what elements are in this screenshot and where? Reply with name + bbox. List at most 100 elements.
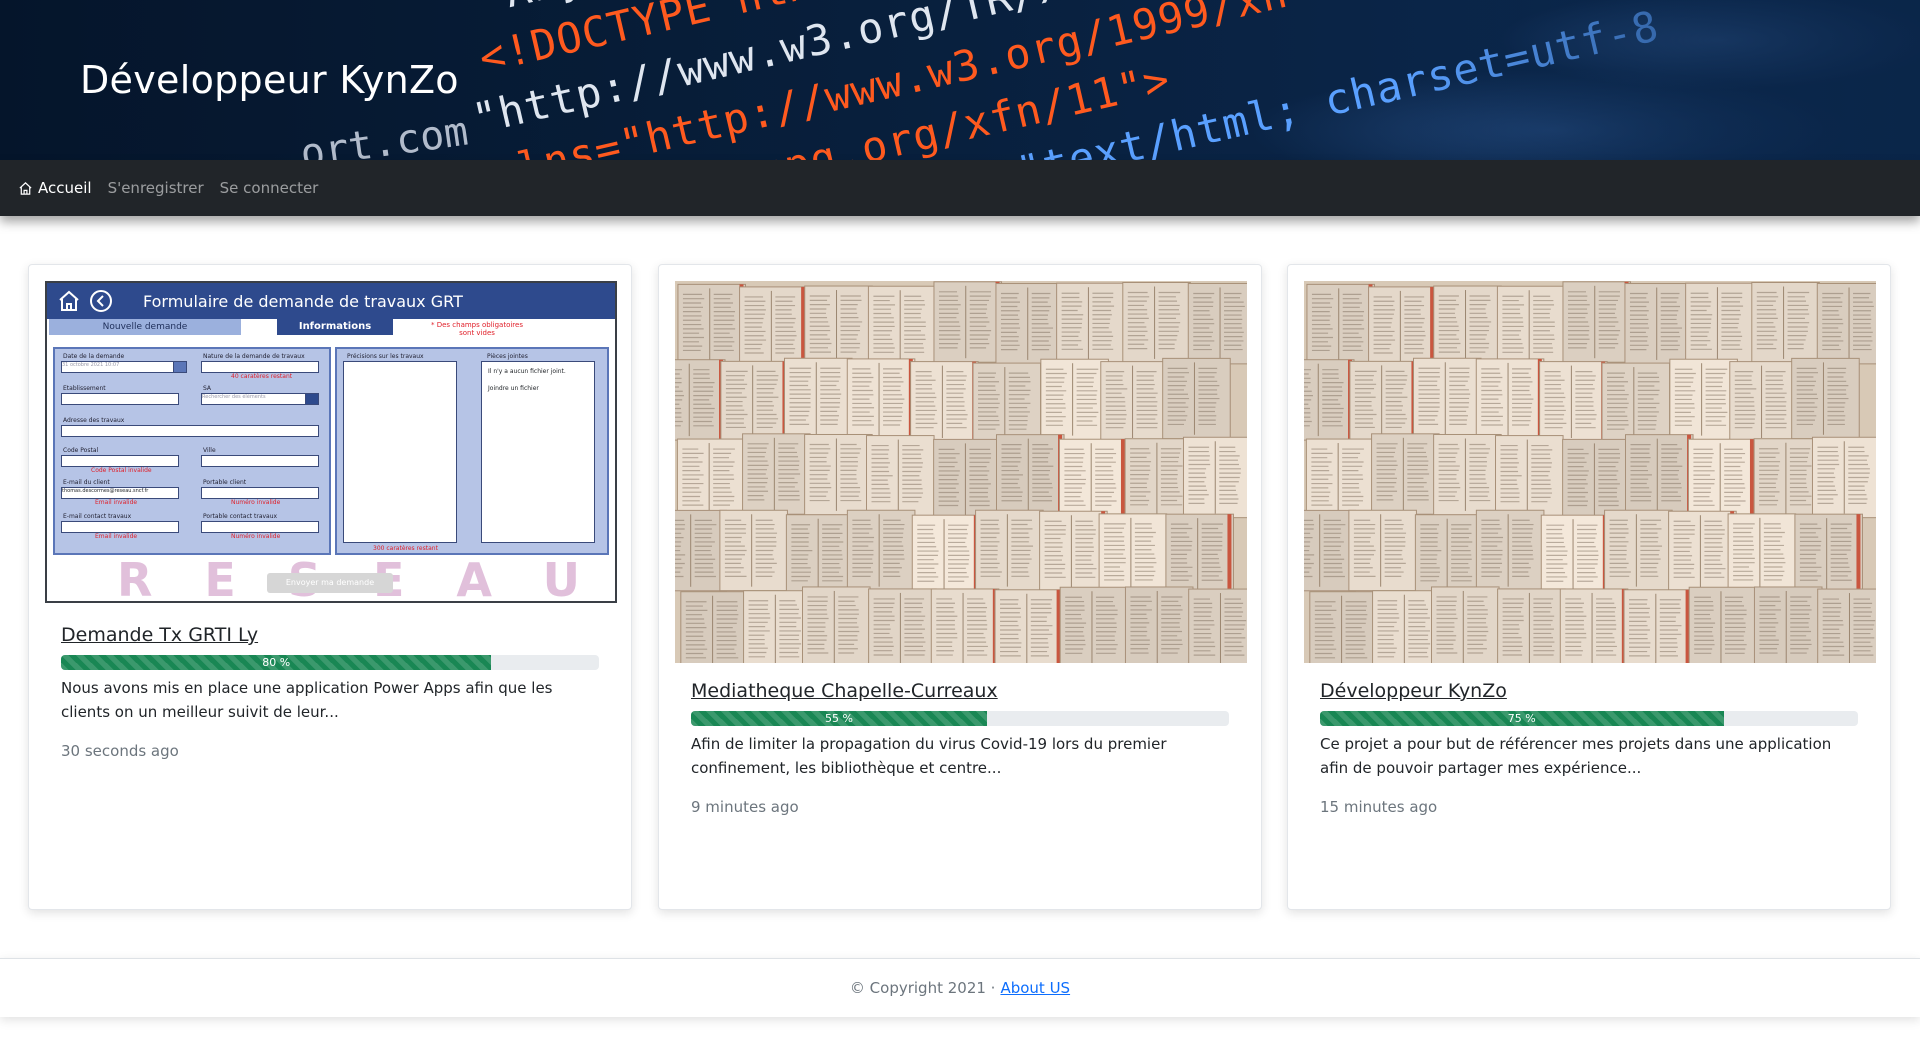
book-page — [972, 362, 1042, 444]
field-error: Numéro invalide — [231, 533, 281, 540]
book-page — [1623, 589, 1693, 663]
book-page — [1056, 282, 1125, 365]
card-title-link[interactable]: Mediatheque Chapelle-Curreaux — [691, 679, 1229, 703]
progress-bar: 80 % — [61, 655, 492, 670]
field-error: Email invalide — [95, 533, 138, 540]
field-label: Pièces jointes — [487, 353, 528, 360]
book-page — [1624, 434, 1694, 516]
book-page — [846, 358, 916, 440]
field-error: Code Postal invalide — [91, 467, 152, 474]
nav-home-label: Accueil — [38, 179, 92, 197]
book-page — [719, 509, 788, 592]
project-card: Mediatheque Chapelle-Curreaux 55 % Afin … — [658, 264, 1262, 910]
home-icon — [59, 290, 79, 311]
book-page — [1562, 438, 1631, 521]
book-page — [1687, 438, 1757, 521]
house-icon — [19, 181, 32, 195]
field-label: E-mail du client — [63, 479, 110, 486]
book-page — [846, 509, 916, 592]
book-page — [1751, 282, 1820, 364]
book-page — [1669, 358, 1738, 441]
book-page — [1624, 283, 1694, 365]
field-error: Email invalide — [95, 499, 138, 506]
book-page — [1349, 360, 1418, 443]
submit-request-button: Envoyer ma demande — [267, 573, 393, 593]
dropdown-icon — [305, 393, 319, 405]
field-error: 40 caratères restant — [231, 373, 293, 380]
form-tabs: Nouvelle demande Informations travaux * … — [47, 319, 615, 348]
book-page — [1188, 588, 1247, 663]
card-image: Formulaire de demande de travaux GRT Nou… — [45, 281, 617, 603]
email-contact-field — [61, 521, 179, 533]
book-page — [1727, 513, 1797, 595]
code-fragment: ort.com — [297, 108, 471, 160]
nav-home[interactable]: Accueil — [18, 179, 92, 197]
book-page — [1305, 438, 1375, 520]
book-page — [1040, 358, 1109, 441]
card-title-link[interactable]: Développeur KynZo — [1320, 679, 1858, 703]
book-page — [677, 283, 746, 366]
book-page — [1059, 586, 1129, 663]
book-page — [1791, 357, 1860, 440]
book-page — [1122, 282, 1191, 364]
progress-track: 75 % — [1320, 711, 1858, 726]
progress-bar: 75 % — [1320, 711, 1724, 726]
book-page — [1182, 436, 1247, 519]
card-image — [1304, 281, 1876, 663]
book-page — [1309, 591, 1378, 663]
book-page — [783, 357, 853, 440]
project-card: Développeur KynZo 75 % Ce projet a pour … — [1287, 264, 1891, 910]
book-page — [680, 591, 749, 663]
book-page — [1304, 359, 1355, 441]
cp-field — [61, 455, 179, 467]
book-page — [1729, 361, 1798, 443]
book-page — [995, 283, 1065, 365]
portable-client-field — [201, 487, 319, 499]
book-page — [1433, 285, 1502, 367]
about-us-link[interactable]: About US — [1000, 979, 1070, 997]
book-page — [1371, 433, 1440, 515]
book-page — [785, 514, 855, 596]
open-books-photo — [1304, 281, 1876, 663]
nav-login[interactable]: Se connecter — [220, 179, 319, 197]
page-footer: © Copyright 2021 · About US — [0, 958, 1920, 1017]
book-page — [1495, 435, 1564, 517]
field-error: Numéro invalide — [231, 499, 281, 506]
book-page — [675, 509, 727, 592]
field-label: Portable contact travaux — [203, 513, 278, 520]
card-timestamp: 15 minutes ago — [1320, 798, 1438, 816]
book-page — [868, 588, 937, 663]
nav-register[interactable]: S'enregistrer — [108, 179, 204, 197]
form-left-panel: Date de la demande 31 octobre 2021 10:07… — [53, 347, 331, 555]
book-page — [1817, 588, 1876, 663]
book-page — [1414, 514, 1484, 596]
field-error: 300 caratères restant — [373, 545, 438, 552]
book-page — [1475, 358, 1545, 440]
book-page — [1124, 586, 1194, 663]
field-label: Adresse des travaux — [63, 417, 125, 424]
nature-field — [201, 361, 319, 373]
book-page — [995, 434, 1065, 516]
adresse-field — [61, 425, 319, 437]
open-books-photo — [675, 281, 1247, 663]
book-page — [1688, 586, 1758, 663]
book-page — [1794, 513, 1863, 596]
field-label: Précisions sur les travaux — [347, 353, 424, 360]
tab-info: Informations travaux — [277, 319, 393, 348]
field-label: Nature de la demande de travaux — [203, 353, 305, 360]
sa-field: Rechercher des éléments — [201, 393, 307, 405]
book-page — [911, 514, 981, 597]
card-body: Mediatheque Chapelle-Curreaux 55 % Afin … — [691, 679, 1229, 816]
book-page — [1348, 509, 1417, 592]
card-timestamp: 30 seconds ago — [61, 742, 179, 760]
required-note: * Des champs obligatoires sont vides — [430, 321, 523, 337]
card-description: Ce projet a pour but de référencer mes p… — [1320, 735, 1832, 777]
book-page — [720, 360, 789, 443]
card-title-link[interactable]: Demande Tx GRTI Ly — [61, 623, 599, 647]
calendar-icon — [173, 361, 187, 373]
portable-contact-field — [201, 521, 319, 533]
book-page — [804, 285, 873, 367]
book-page — [1753, 438, 1823, 520]
book-page — [1685, 282, 1754, 365]
book-page — [933, 281, 1003, 363]
